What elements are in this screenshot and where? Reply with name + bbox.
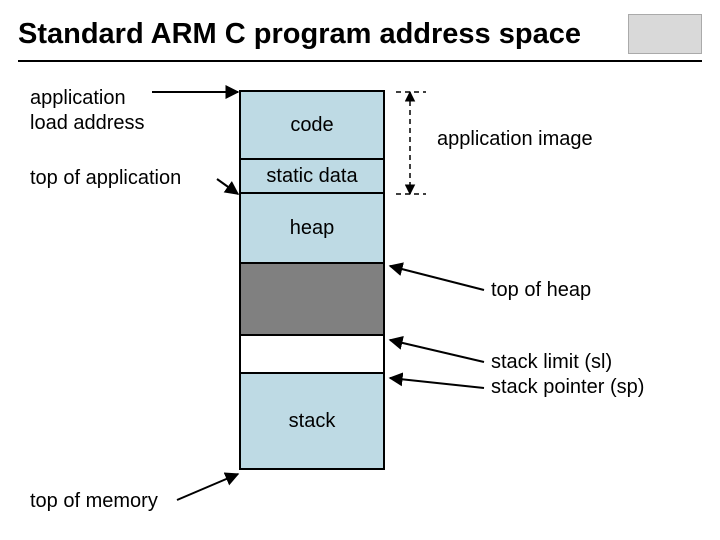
- label-top-of-application: top of application: [30, 166, 230, 191]
- segment-static-data: static data: [241, 158, 383, 194]
- page-title: Standard ARM C program address space: [18, 18, 581, 51]
- segment-blank: [241, 334, 383, 374]
- title-underline: [18, 60, 702, 62]
- segment-stack: stack: [241, 372, 383, 470]
- segment-gap: [241, 262, 383, 336]
- label-application-load-address: application load address: [30, 86, 220, 136]
- segment-code: code: [241, 90, 383, 160]
- logo-placeholder: [628, 14, 702, 54]
- label-top-of-memory: top of memory: [30, 489, 220, 514]
- label-top-of-heap: top of heap: [491, 278, 591, 303]
- segment-heap: heap: [241, 192, 383, 264]
- memory-column: code static data heap stack: [239, 90, 385, 470]
- label-stack-limit-pointer: stack limit (sl) stack pointer (sp): [491, 350, 644, 400]
- label-application-image: application image: [437, 127, 593, 152]
